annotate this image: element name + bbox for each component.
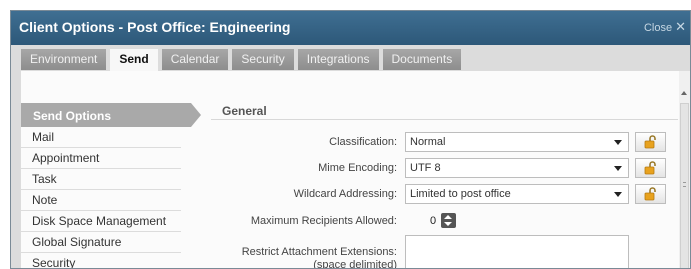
section-divider [211,119,678,120]
restrict-extensions-label: Restrict Attachment Extensions: [241,246,397,258]
caret-down-icon [614,166,622,171]
sidebar-item-global-signature[interactable]: Global Signature [21,232,181,253]
mime-encoding-select[interactable]: UTF 8 [405,158,629,178]
sidebar-item-security[interactable]: Security [21,253,181,268]
unlock-icon [644,135,656,149]
max-recipients-input[interactable]: 0 [430,215,436,227]
max-recipients-label: Maximum Recipients Allowed: [250,215,397,227]
close-label: Close [643,22,673,34]
unlock-icon [644,187,656,201]
sidebar-list: Mail Appointment Task Note Disk Space Ma… [21,127,181,268]
classification-select[interactable]: Normal [405,132,629,152]
dialog-titlebar: Client Options - Post Office: Engineerin… [11,11,690,45]
spinner-icon[interactable] [441,213,456,228]
sidebar-item-mail[interactable]: Mail [21,127,181,148]
wildcard-addressing-select[interactable]: Limited to post office [405,184,629,204]
tab-panel-send: Send Options Mail Appointment Task Note … [21,71,690,269]
scrollbar-thumb[interactable] [680,103,689,268]
restrict-extensions-textarea[interactable] [405,235,629,268]
sidebar-item-task[interactable]: Task [21,169,181,190]
classification-value: Normal [410,136,446,148]
tab-calendar[interactable]: Calendar [161,49,229,70]
tab-bar: Environment Send Calendar Security Integ… [21,49,465,71]
sidebar-item-disk-space-management[interactable]: Disk Space Management [21,211,181,232]
classification-lock-button[interactable] [635,132,666,152]
close-icon[interactable]: ✕ [675,19,686,34]
unlock-icon [644,161,656,175]
sidebar-item-note[interactable]: Note [21,190,181,211]
scroll-grip-icon [683,182,686,187]
classification-label: Classification: [329,136,397,148]
vertical-scrollbar[interactable] [679,71,690,268]
caret-down-icon [614,192,622,197]
tab-documents[interactable]: Documents [382,49,462,70]
sidebar-item-appointment[interactable]: Appointment [21,148,181,169]
scroll-up-icon[interactable] [681,91,687,95]
tab-send[interactable]: Send [110,49,158,71]
section-title-general: General [222,104,267,118]
close-button[interactable]: Close ✕ [644,19,686,35]
mime-encoding-value: UTF 8 [410,162,441,174]
tab-environment[interactable]: Environment [21,49,107,70]
spinner-down-icon[interactable] [444,222,452,226]
caret-down-icon [614,140,622,145]
spinner-up-icon[interactable] [444,215,452,219]
mime-encoding-lock-button[interactable] [635,158,666,178]
sidebar-item-send-options[interactable]: Send Options [21,103,201,127]
mime-encoding-label: Mime Encoding: [318,162,397,174]
options-sidebar: Send Options Mail Appointment Task Note … [21,71,201,268]
restrict-extensions-hint: (space delimited) [313,259,397,269]
wildcard-addressing-value: Limited to post office [410,188,511,200]
wildcard-addressing-label: Wildcard Addressing: [293,188,397,200]
dialog-title: Client Options - Post Office: Engineerin… [19,19,291,35]
tab-security[interactable]: Security [232,49,294,70]
client-options-dialog: Client Options - Post Office: Engineerin… [10,10,691,269]
options-form: General Classification: Normal Mime Enco… [201,71,678,269]
tab-integrations[interactable]: Integrations [297,49,379,70]
wildcard-addressing-lock-button[interactable] [635,184,666,204]
